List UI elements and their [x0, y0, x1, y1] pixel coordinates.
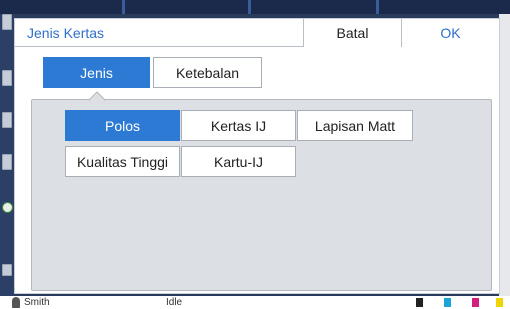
ink-cyan-indicator	[444, 298, 451, 307]
check-icon	[2, 202, 13, 213]
wrench-icon	[2, 264, 12, 276]
cancel-button[interactable]: Batal	[303, 19, 401, 47]
background-sidebar	[0, 14, 14, 304]
user-name: Smith	[24, 297, 50, 308]
ok-button[interactable]: OK	[401, 19, 499, 47]
background-status-bar: Smith Idle	[0, 296, 510, 309]
document-icon	[2, 112, 12, 128]
tab-ketebalan[interactable]: Ketebalan	[153, 57, 262, 88]
option-polos[interactable]: Polos	[65, 110, 180, 141]
option-kertas-ij[interactable]: Kertas IJ	[181, 110, 296, 141]
option-kartu-ij[interactable]: Kartu-IJ	[181, 146, 296, 177]
document-icon	[2, 70, 12, 86]
dialog-header: Jenis Kertas Batal OK	[15, 19, 499, 47]
tab-pointer	[89, 91, 105, 101]
ink-magenta-indicator	[472, 298, 479, 307]
status-text: Idle	[166, 297, 183, 308]
background-top-bar	[0, 0, 510, 14]
option-kualitas-tinggi[interactable]: Kualitas Tinggi	[65, 146, 180, 177]
ink-black-indicator	[416, 298, 423, 307]
dialog-title: Jenis Kertas	[27, 25, 105, 41]
paper-type-dialog: Jenis Kertas Batal OK Jenis Ketebalan Po…	[14, 18, 500, 294]
document-icon	[2, 14, 12, 30]
option-lapisan-matt[interactable]: Lapisan Matt	[297, 110, 413, 141]
background-right-edge	[499, 14, 510, 304]
user-icon	[12, 297, 20, 308]
ink-yellow-indicator	[496, 298, 503, 307]
tab-jenis[interactable]: Jenis	[43, 57, 150, 88]
document-icon	[2, 154, 12, 170]
